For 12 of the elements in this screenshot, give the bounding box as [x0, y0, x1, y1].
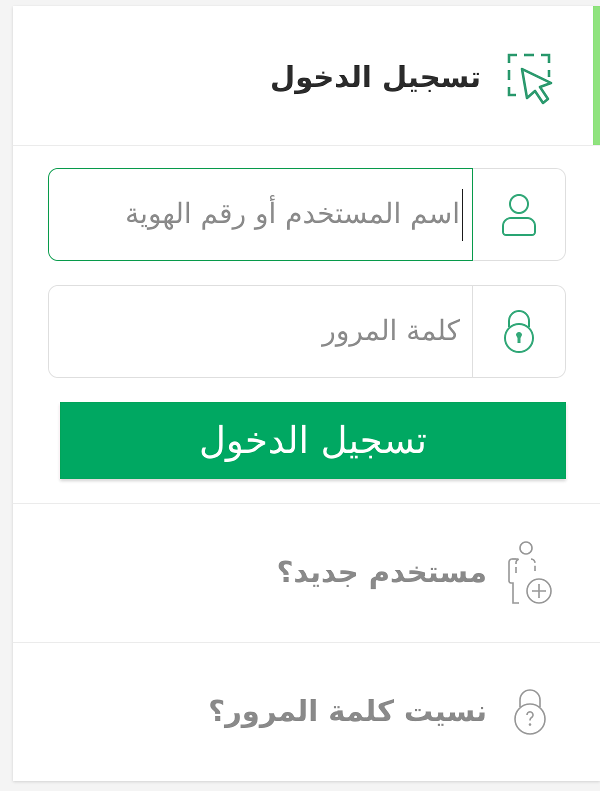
login-title: تسجيل الدخول — [270, 58, 481, 96]
new-user-link[interactable]: مستخدم جديد؟ — [276, 551, 487, 595]
password-field[interactable]: كلمة المرور — [48, 285, 473, 378]
user-icon — [499, 192, 539, 236]
username-field[interactable]: اسم المستخدم أو رقم الهوية — [48, 168, 473, 261]
lock-icon — [502, 310, 536, 353]
login-button[interactable]: تسجيل الدخول — [60, 402, 566, 479]
text-cursor-icon — [462, 188, 463, 240]
forgot-password-link[interactable]: نسيت كلمة المرور؟ — [208, 690, 487, 734]
add-user-icon — [507, 540, 553, 606]
cursor-select-icon — [507, 52, 553, 106]
lock-question-icon — [512, 688, 548, 736]
